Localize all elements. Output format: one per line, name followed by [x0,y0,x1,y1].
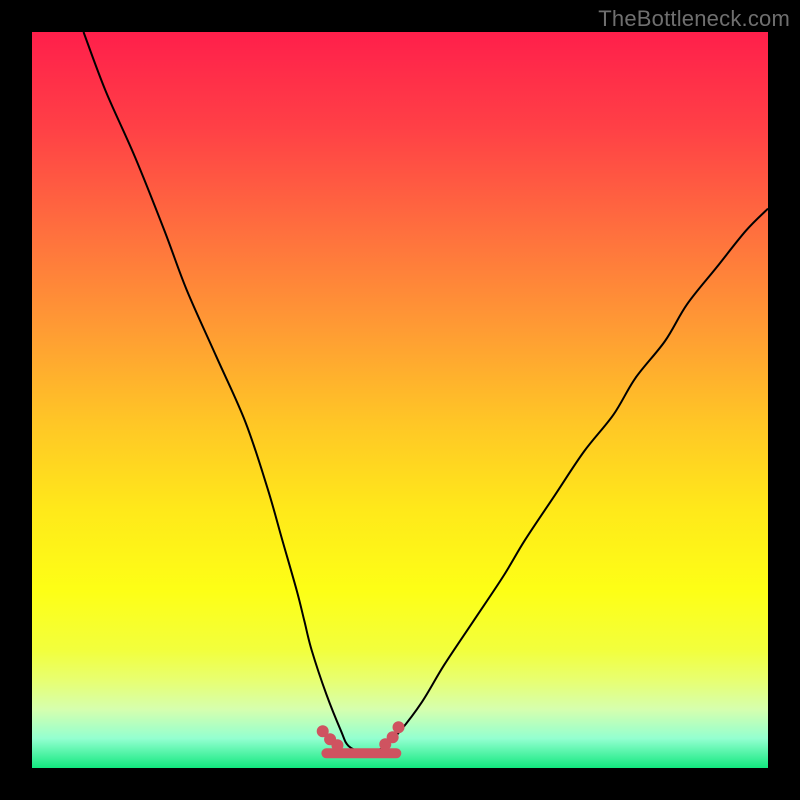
curve-overlay [32,32,768,768]
flat-dot [393,721,405,733]
watermark-text: TheBottleneck.com [598,6,790,32]
flat-segment-dots [317,721,405,751]
plot-area [32,32,768,768]
chart-frame: TheBottleneck.com [0,0,800,800]
flat-dot [387,731,399,743]
main-curve [84,32,768,754]
flat-dot [331,739,343,751]
